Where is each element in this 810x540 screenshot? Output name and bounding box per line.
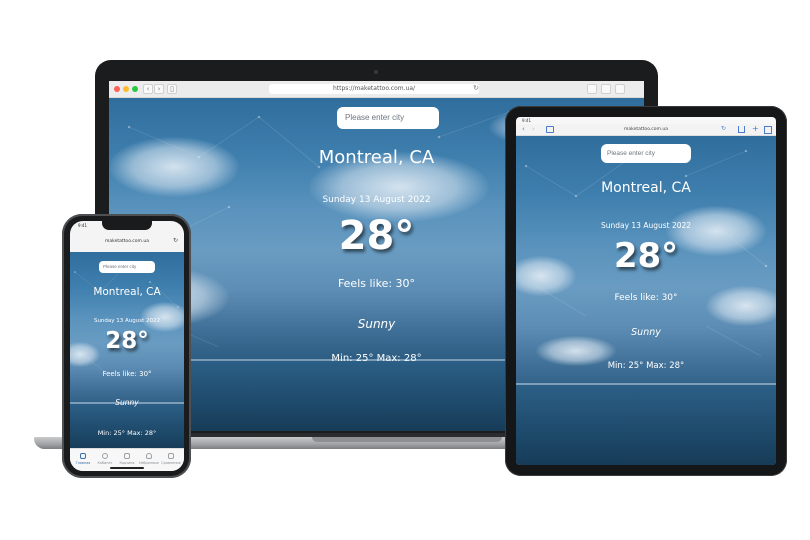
forward-icon[interactable]: › (154, 84, 164, 94)
tablet-min-max: Min: 25° Max: 28° (607, 361, 685, 371)
tablet-condition: Sunny (631, 327, 661, 338)
phone-tab-bar: Главная Кабинет Карзина Избранные Сравне… (70, 448, 184, 471)
home-indicator (110, 467, 144, 469)
minimize-window-icon[interactable] (123, 86, 129, 92)
tablet-date: Sunday 13 August 2022 (600, 221, 692, 230)
phone-status-time: 9:41 (78, 223, 87, 228)
laptop-city-search-input[interactable]: Please enter city (337, 107, 439, 129)
tab-profile[interactable]: Кабинет (94, 453, 116, 465)
cart-icon (124, 453, 130, 459)
profile-icon (102, 453, 108, 459)
tablet-temperature: 28° (613, 236, 679, 276)
heart-icon (146, 453, 152, 459)
tab-favorites[interactable]: Избранные (138, 453, 160, 465)
laptop-browser-toolbar: ‹ › ▯ https://maketattoo.com.ua/ ↻ (109, 81, 644, 98)
tablet-screen: 9:41 ‹ › maketattoo.com.ua ↻ + Please en… (516, 117, 776, 465)
laptop-address-bar[interactable]: https://maketattoo.com.ua/ (269, 84, 479, 94)
phone-city-search-input[interactable]: Please enter city (99, 261, 155, 273)
settings-icon[interactable] (587, 84, 597, 94)
sidebar-icon[interactable] (546, 126, 554, 133)
tablet-browser-toolbar: ‹ › maketattoo.com.ua ↻ + (516, 124, 776, 136)
phone-condition: Sunny (115, 398, 139, 407)
compare-icon (168, 453, 174, 459)
tab-favorites-label: Избранные (139, 461, 159, 465)
share-icon[interactable] (738, 126, 745, 133)
tablet-address-bar[interactable]: maketattoo.com.ua (606, 126, 686, 133)
phone-browser-toolbar: maketattoo.com.ua ↻ (70, 233, 184, 252)
phone-feels-like: Feels like: 30° (102, 370, 152, 378)
reload-icon[interactable]: ↻ (471, 84, 481, 94)
phone-address-bar[interactable]: maketattoo.com.ua (70, 239, 184, 244)
tablet-status-bar: 9:41 (516, 117, 776, 124)
tab-compare[interactable]: Сравнение (160, 453, 182, 465)
tablet-city-search-input[interactable]: Please enter city (601, 144, 691, 163)
forward-icon[interactable]: › (532, 125, 535, 133)
reload-icon[interactable]: ↻ (721, 125, 726, 132)
tab-home-label: Главная (75, 461, 91, 465)
new-tab-icon[interactable]: + (752, 124, 759, 133)
phone-min-max: Min: 25° Max: 28° (97, 429, 157, 437)
tabs-icon[interactable] (764, 126, 772, 134)
laptop-notch (312, 437, 502, 442)
back-icon[interactable]: ‹ (143, 84, 153, 94)
phone-city-name: Montreal, CA (93, 286, 161, 298)
reload-icon[interactable]: ↻ (173, 237, 178, 244)
laptop-camera (374, 70, 378, 74)
tablet-feels-like: Feels like: 30° (614, 293, 678, 303)
tab-compare-label: Сравнение (161, 461, 181, 465)
share-icon[interactable] (601, 84, 611, 94)
maximize-window-icon[interactable] (132, 86, 138, 92)
tab-home[interactable]: Главная (72, 453, 94, 465)
tablet-city-name: Montreal, CA (601, 180, 691, 196)
phone-notch (102, 221, 152, 230)
tab-cart-label: Карзина (119, 461, 135, 465)
phone-weather-background: Please enter city Montreal, CA Sunday 13… (70, 252, 184, 449)
home-icon (80, 453, 86, 459)
sidebar-icon[interactable]: ▯ (167, 84, 177, 94)
tablet-weather-background: Please enter city Montreal, CA Sunday 13… (516, 136, 776, 465)
phone-date: Sunday 13 August 2022 (93, 318, 161, 324)
tablet-status-time: 9:41 (522, 118, 531, 123)
tabs-icon[interactable] (615, 84, 625, 94)
tab-cart[interactable]: Карзина (116, 453, 138, 465)
back-icon[interactable]: ‹ (522, 125, 525, 133)
phone-temperature: 28° (105, 328, 149, 354)
tab-profile-label: Кабинет (97, 461, 113, 465)
phone-screen: 9:41 maketattoo.com.ua ↻ Please enter ci… (70, 221, 184, 471)
close-window-icon[interactable] (114, 86, 120, 92)
